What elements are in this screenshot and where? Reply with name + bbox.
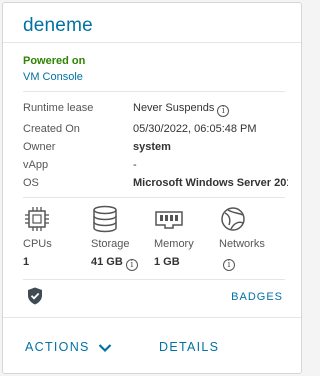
detail-label: Owner xyxy=(23,141,56,153)
storage-icon xyxy=(93,205,117,233)
card-header: deneme xyxy=(3,3,301,43)
detail-value: Microsoft Windows Server 201... xyxy=(133,177,288,189)
info-icon[interactable]: i xyxy=(125,259,138,271)
detail-value: Never Suspends i xyxy=(133,102,288,117)
shield-check-icon xyxy=(28,287,42,305)
badges-link[interactable]: BADGES xyxy=(231,291,283,303)
detail-row-runtime-lease: Runtime lease Never Suspends i xyxy=(23,102,285,118)
footer-divider xyxy=(3,317,301,318)
power-status: Powered on xyxy=(23,55,86,67)
runtime-lease-value: Never Suspends xyxy=(133,102,215,114)
stat-label: CPUs xyxy=(23,238,52,250)
chevron-down-icon xyxy=(98,344,111,353)
memory-icon xyxy=(155,211,183,229)
divider xyxy=(23,197,285,198)
network-icon xyxy=(221,207,245,231)
detail-row-os: OS Microsoft Windows Server 201... xyxy=(23,177,288,193)
info-icon[interactable]: i xyxy=(223,259,235,271)
stat-value: i xyxy=(223,256,235,271)
actions-label: ACTIONS xyxy=(25,340,90,354)
stat-value: 1 GB xyxy=(154,256,180,268)
detail-label: vApp xyxy=(23,159,49,171)
info-icon[interactable]: i xyxy=(217,105,230,117)
divider xyxy=(23,279,285,280)
storage-value: 41 GB xyxy=(91,256,123,268)
stat-value: 1 xyxy=(23,256,30,268)
detail-value: 05/30/2022, 06:05:48 PM xyxy=(133,123,257,135)
cpu-icon xyxy=(25,207,49,231)
details-button[interactable]: DETAILS xyxy=(159,340,219,354)
vm-card: deneme Powered on VM Console Runtime lea… xyxy=(2,2,302,374)
detail-row-created-on: Created On 05/30/2022, 06:05:48 PM xyxy=(23,123,285,139)
detail-row-owner: Owner system xyxy=(23,141,285,157)
stat-label: Memory xyxy=(154,238,194,250)
divider xyxy=(23,91,285,92)
detail-row-vapp: vApp - xyxy=(23,159,285,175)
detail-label: Created On xyxy=(23,123,80,135)
detail-value: system xyxy=(133,141,171,153)
actions-dropdown[interactable]: ACTIONS xyxy=(25,340,112,354)
detail-label: Runtime lease xyxy=(23,102,94,114)
stat-value: 41 GB i xyxy=(91,256,138,271)
detail-value: - xyxy=(133,159,137,171)
vm-console-link[interactable]: VM Console xyxy=(23,71,83,83)
stat-label: Storage xyxy=(91,238,130,250)
detail-label: OS xyxy=(23,177,39,189)
vm-title[interactable]: deneme xyxy=(23,15,93,37)
stat-label: Networks xyxy=(219,238,265,250)
